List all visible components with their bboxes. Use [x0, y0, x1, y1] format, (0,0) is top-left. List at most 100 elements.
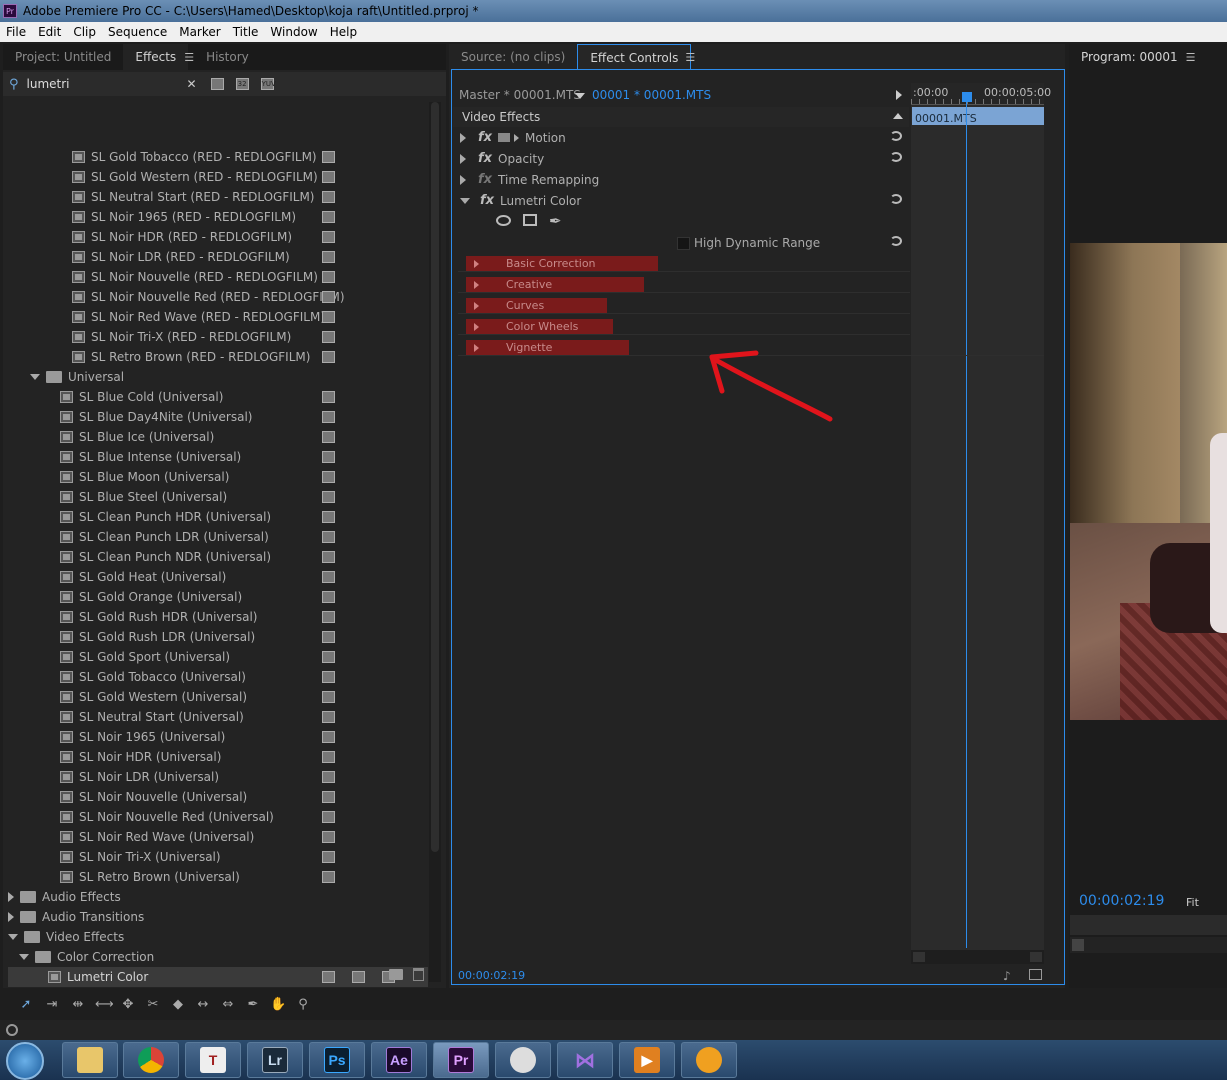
- creative-cloud-icon[interactable]: [6, 1024, 18, 1036]
- zoom-dropdown[interactable]: Fit: [1186, 896, 1199, 909]
- effect-lumetri-color[interactable]: Lumetri Color: [8, 967, 428, 987]
- fx-icon[interactable]: fx: [478, 130, 492, 145]
- reset-motion-icon[interactable]: [890, 131, 902, 141]
- taskbar-visual-studio[interactable]: ⋈: [557, 1042, 613, 1078]
- folder-audio-transitions[interactable]: Audio Transitions: [8, 907, 428, 927]
- taskbar-premiere[interactable]: Pr: [433, 1042, 489, 1078]
- tab-menu-icon[interactable]: ☰: [184, 51, 194, 64]
- search-input[interactable]: lumetri: [27, 77, 187, 91]
- ec-current-time[interactable]: 00:00:02:19: [458, 969, 525, 982]
- fx-icon[interactable]: fx: [480, 193, 494, 208]
- zoom-tool-icon[interactable]: ⚲: [295, 997, 311, 1013]
- expanded-triangle-icon[interactable]: [19, 954, 29, 960]
- preset-item[interactable]: SL Gold Heat (Universal): [8, 567, 428, 587]
- ec-horizontal-scrollbar[interactable]: [911, 950, 1044, 964]
- preset-item[interactable]: SL Neutral Start (RED - REDLOGFILM): [8, 187, 428, 207]
- 32bit-filter-icon[interactable]: 32: [235, 78, 249, 90]
- preset-item[interactable]: SL Gold Tobacco (RED - REDLOGFILM): [8, 147, 428, 167]
- trash-icon[interactable]: [413, 968, 424, 981]
- rate-stretch-tool-icon[interactable]: ✥: [120, 997, 136, 1013]
- taskbar-media-player[interactable]: ▶: [619, 1042, 675, 1078]
- expanded-triangle-icon[interactable]: [30, 374, 40, 380]
- menu-sequence[interactable]: Sequence: [102, 25, 173, 39]
- new-bin-icon[interactable]: [389, 969, 403, 980]
- reset-lumetri-icon[interactable]: [890, 194, 902, 204]
- preset-item[interactable]: SL Noir Tri-X (RED - REDLOGFILM): [8, 327, 428, 347]
- tab-menu-icon[interactable]: ☰: [685, 51, 695, 64]
- folder-audio-effects[interactable]: Audio Effects: [8, 887, 428, 907]
- menu-help[interactable]: Help: [324, 25, 363, 39]
- fx-icon[interactable]: fx: [478, 151, 492, 166]
- effect-row-motion[interactable]: fx Motion: [460, 130, 566, 145]
- preset-item[interactable]: SL Noir HDR (RED - REDLOGFILM): [8, 227, 428, 247]
- curves-section[interactable]: Curves: [466, 298, 607, 313]
- preset-item[interactable]: SL Gold Sport (Universal): [8, 647, 428, 667]
- menu-window[interactable]: Window: [264, 25, 323, 39]
- taskbar-explorer[interactable]: [62, 1042, 118, 1078]
- tab-effects[interactable]: Effects: [123, 44, 189, 70]
- collapsed-triangle-icon[interactable]: [8, 912, 14, 922]
- taskbar-photoshop[interactable]: Ps: [309, 1042, 365, 1078]
- slide-tool-icon[interactable]: ↔: [195, 997, 211, 1013]
- preset-item[interactable]: SL Retro Brown (RED - REDLOGFILM): [8, 347, 428, 367]
- program-timecode[interactable]: 00:00:02:19: [1079, 893, 1164, 909]
- reset-opacity-icon[interactable]: [890, 152, 902, 162]
- preset-item[interactable]: SL Clean Punch NDR (Universal): [8, 547, 428, 567]
- clear-search-icon[interactable]: ✕: [187, 77, 197, 91]
- play-audio-icon[interactable]: ♪: [1003, 969, 1011, 983]
- yuv-filter-icon[interactable]: YUV: [260, 78, 276, 90]
- taskbar-fl-studio[interactable]: [681, 1042, 737, 1078]
- pen-tool-icon[interactable]: ✒: [245, 997, 261, 1013]
- razor-tool-icon[interactable]: ✂: [145, 997, 161, 1013]
- menu-file[interactable]: File: [0, 25, 32, 39]
- taskbar-text-app[interactable]: T: [185, 1042, 241, 1078]
- tab-effect-controls[interactable]: Effect Controls: [577, 44, 692, 70]
- pen-mask-icon[interactable]: ✒: [549, 212, 562, 230]
- preset-item[interactable]: SL Noir Tri-X (Universal): [8, 847, 428, 867]
- ripple-edit-tool-icon[interactable]: ⇹: [70, 997, 86, 1013]
- playhead-handle[interactable]: [962, 92, 972, 102]
- chevron-down-icon[interactable]: [575, 93, 585, 99]
- preset-item[interactable]: SL Blue Ice (Universal): [8, 427, 428, 447]
- rolling-edit-tool-icon[interactable]: ⟷: [95, 997, 114, 1013]
- menu-title[interactable]: Title: [227, 25, 265, 39]
- preset-item[interactable]: SL Noir Nouvelle (Universal): [8, 787, 428, 807]
- track-select-tool-icon[interactable]: ⇥: [44, 997, 60, 1013]
- preset-item[interactable]: SL Gold Western (RED - REDLOGFILM): [8, 167, 428, 187]
- reset-hdr-icon[interactable]: [890, 236, 902, 246]
- vignette-section[interactable]: Vignette: [466, 340, 629, 355]
- basic-correction-section[interactable]: Basic Correction: [466, 256, 658, 271]
- preset-item[interactable]: SL Blue Moon (Universal): [8, 467, 428, 487]
- preset-item[interactable]: SL Gold Tobacco (Universal): [8, 667, 428, 687]
- folder-video-effects[interactable]: Video Effects: [8, 927, 428, 947]
- menu-edit[interactable]: Edit: [32, 25, 67, 39]
- preset-item[interactable]: SL Gold Rush LDR (Universal): [8, 627, 428, 647]
- collapsed-triangle-icon[interactable]: [8, 892, 14, 902]
- program-zoom-bar[interactable]: [1070, 937, 1227, 953]
- tab-menu-icon[interactable]: ☰: [1186, 51, 1196, 64]
- taskbar-chrome[interactable]: [123, 1042, 179, 1078]
- slip-tool-icon[interactable]: ◆: [170, 997, 186, 1013]
- sequence-clip-dropdown[interactable]: 00001 * 00001.MTS: [592, 88, 711, 102]
- preset-item[interactable]: SL Noir HDR (Universal): [8, 747, 428, 767]
- preset-item[interactable]: SL Noir Nouvelle Red (RED - REDLOGFILM): [8, 287, 428, 307]
- preset-item[interactable]: SL Noir 1965 (Universal): [8, 727, 428, 747]
- accelerated-filter-icon[interactable]: [210, 78, 224, 90]
- preset-item[interactable]: SL Noir Nouvelle Red (Universal): [8, 807, 428, 827]
- effect-row-opacity[interactable]: fx Opacity: [460, 151, 544, 166]
- color-wheels-section[interactable]: Color Wheels: [466, 319, 613, 334]
- show-timeline-icon[interactable]: [896, 90, 902, 100]
- preset-item[interactable]: SL Clean Punch HDR (Universal): [8, 507, 428, 527]
- transform-icon[interactable]: [498, 133, 511, 142]
- menu-clip[interactable]: Clip: [67, 25, 102, 39]
- preset-item[interactable]: SL Noir 1965 (RED - REDLOGFILM): [8, 207, 428, 227]
- tab-history[interactable]: History: [194, 44, 261, 70]
- folder-color-correction[interactable]: Color Correction: [8, 947, 428, 967]
- preset-item[interactable]: SL Blue Day4Nite (Universal): [8, 407, 428, 427]
- preset-item[interactable]: SL Gold Orange (Universal): [8, 587, 428, 607]
- program-video-frame[interactable]: [1070, 243, 1227, 720]
- ec-timeline[interactable]: [911, 83, 1044, 963]
- expanded-triangle-icon[interactable]: [8, 934, 18, 940]
- taskbar-lightroom[interactable]: Lr: [247, 1042, 303, 1078]
- tab-project[interactable]: Project: Untitled: [3, 44, 123, 70]
